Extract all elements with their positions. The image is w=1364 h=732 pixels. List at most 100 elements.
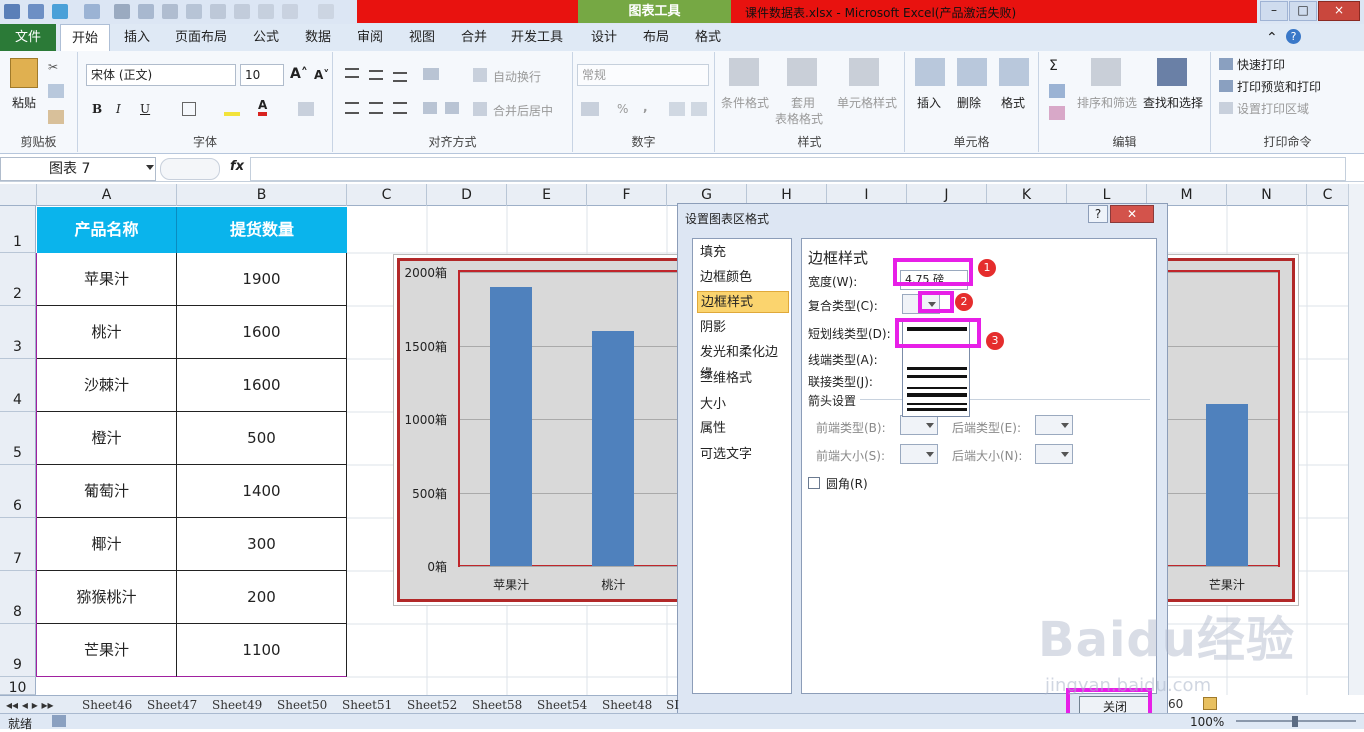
copy-icon[interactable] bbox=[48, 84, 64, 98]
table-cell-product[interactable]: 苹果汁 bbox=[37, 253, 177, 306]
chart-bar[interactable] bbox=[490, 286, 533, 566]
insert-function-button[interactable]: fx bbox=[230, 159, 244, 174]
row-header-1[interactable]: 1 bbox=[0, 206, 36, 253]
table-cell-quantity[interactable]: 1400 bbox=[177, 465, 347, 518]
zoom-level[interactable]: 100% bbox=[1190, 715, 1224, 729]
column-header-o[interactable]: C bbox=[1307, 184, 1348, 206]
column-header-d[interactable]: D bbox=[427, 184, 507, 206]
align-top-icon[interactable] bbox=[345, 68, 359, 78]
align-left-icon[interactable] bbox=[345, 102, 359, 114]
compound-option-triple-b[interactable] bbox=[907, 408, 967, 411]
paste-icon[interactable] bbox=[10, 58, 38, 88]
nav-border-color[interactable]: 边框颜色 bbox=[697, 267, 789, 289]
nav-alt-text[interactable]: 可选文字 bbox=[697, 444, 789, 466]
underline-button[interactable]: U bbox=[140, 102, 150, 116]
row-header-8[interactable]: 8 bbox=[0, 571, 36, 624]
preview-icon[interactable] bbox=[138, 4, 154, 19]
align-center-icon[interactable] bbox=[369, 102, 383, 114]
fill-icon[interactable] bbox=[1049, 84, 1065, 98]
column-header-n[interactable]: N bbox=[1227, 184, 1307, 206]
table-cell-quantity[interactable]: 1100 bbox=[177, 624, 347, 677]
tab-layout[interactable]: 布局 bbox=[634, 24, 678, 51]
ribbon-collapse-icon[interactable]: ⌃ bbox=[1266, 30, 1278, 46]
increase-indent-icon[interactable] bbox=[445, 102, 459, 114]
undo-icon[interactable] bbox=[52, 4, 68, 19]
print-preview-button[interactable]: 打印预览和打印 bbox=[1237, 78, 1321, 95]
column-header-e[interactable]: E bbox=[507, 184, 587, 206]
nav-border-style[interactable]: 边框样式 bbox=[697, 291, 789, 313]
column-header-f[interactable]: F bbox=[587, 184, 667, 206]
tab-page-layout[interactable]: 页面布局 bbox=[170, 24, 232, 51]
compound-option-double-b[interactable] bbox=[907, 375, 967, 378]
compound-option-thin-thick[interactable] bbox=[907, 393, 967, 397]
table-cell-quantity[interactable]: 1600 bbox=[177, 359, 347, 412]
borders-icon[interactable] bbox=[318, 4, 334, 19]
sort-filter-button[interactable]: 排序和筛选 bbox=[1077, 94, 1137, 111]
tab-formulas[interactable]: 公式 bbox=[244, 24, 288, 51]
zoom-slider-thumb[interactable] bbox=[1292, 716, 1298, 727]
print-area-button[interactable]: 设置打印区域 bbox=[1237, 100, 1309, 117]
table-cell-product[interactable]: 葡萄汁 bbox=[37, 465, 177, 518]
paste-button[interactable]: 粘贴 bbox=[12, 94, 36, 111]
nav-shadow[interactable]: 阴影 bbox=[697, 317, 789, 339]
macro-record-icon[interactable] bbox=[52, 715, 66, 727]
compound-option-double[interactable] bbox=[907, 367, 967, 370]
cell-styles-icon[interactable] bbox=[849, 58, 879, 86]
nav-size[interactable]: 大小 bbox=[697, 394, 789, 416]
tab-format[interactable]: 格式 bbox=[686, 24, 730, 51]
table-cell-quantity[interactable]: 300 bbox=[177, 518, 347, 571]
font-name-select[interactable]: 宋体 (正文) bbox=[86, 64, 236, 86]
redo-icon[interactable] bbox=[84, 4, 100, 19]
find-select-icon[interactable] bbox=[1157, 58, 1187, 86]
table-cell-product[interactable]: 沙棘汁 bbox=[37, 359, 177, 412]
chart-bar[interactable] bbox=[592, 330, 635, 566]
cut-icon[interactable]: ✂ bbox=[48, 60, 64, 74]
compound-option-thick-thin[interactable] bbox=[907, 387, 967, 389]
bold-button[interactable]: B bbox=[92, 102, 102, 116]
currency-icon[interactable] bbox=[581, 102, 599, 116]
align-bottom-icon[interactable] bbox=[393, 72, 407, 82]
tab-review[interactable]: 审阅 bbox=[348, 24, 392, 51]
merge-center-button[interactable]: 合并后居中 bbox=[493, 102, 553, 119]
row-header-5[interactable]: 5 bbox=[0, 412, 36, 465]
table-cell-quantity[interactable]: 1600 bbox=[177, 306, 347, 359]
sheet-nav-first-icon[interactable]: ◂◂ ◂ ▸ ▸▸ bbox=[6, 696, 54, 714]
dialog-close-icon[interactable]: ✕ bbox=[1110, 205, 1154, 223]
vertical-scrollbar[interactable] bbox=[1348, 184, 1364, 695]
new-icon[interactable] bbox=[258, 4, 274, 19]
table-cell-quantity[interactable]: 1900 bbox=[177, 253, 347, 306]
close-window-button[interactable]: × bbox=[1318, 1, 1360, 21]
name-box-dropdown-icon[interactable] bbox=[146, 165, 154, 170]
sheet-tab[interactable]: Sheet49 bbox=[212, 696, 262, 714]
column-header-b[interactable]: B bbox=[177, 184, 347, 206]
tab-home[interactable]: 开始 bbox=[60, 24, 110, 51]
number-format-select[interactable]: 常规 bbox=[577, 64, 709, 86]
sheet-tab[interactable]: Sheet54 bbox=[537, 696, 587, 714]
tab-insert[interactable]: 插入 bbox=[114, 24, 160, 51]
nav-glow-soft-edges[interactable]: 发光和柔化边缘 bbox=[697, 342, 789, 382]
minimize-button[interactable]: – bbox=[1260, 1, 1288, 21]
delete-cells-button[interactable]: 删除 bbox=[957, 94, 981, 111]
table-header-product[interactable]: 产品名称 bbox=[37, 207, 177, 253]
percent-button[interactable]: % bbox=[617, 102, 628, 116]
wrap-text-icon[interactable] bbox=[473, 68, 487, 82]
table-icon[interactable] bbox=[162, 4, 178, 19]
row-header-2[interactable]: 2 bbox=[0, 253, 36, 306]
grid-icon[interactable] bbox=[186, 4, 202, 19]
sheet-tab[interactable]: Sheet52 bbox=[407, 696, 457, 714]
conditional-format-icon[interactable] bbox=[729, 58, 759, 86]
chart-icon[interactable] bbox=[210, 4, 226, 19]
column-header-c[interactable]: C bbox=[347, 184, 427, 206]
align-middle-icon[interactable] bbox=[369, 70, 383, 80]
insert-sheet-icon[interactable] bbox=[1203, 697, 1217, 710]
comma-button[interactable]: , bbox=[643, 100, 648, 114]
rounded-corners-checkbox[interactable] bbox=[808, 477, 820, 489]
table-cell-product[interactable]: 橙汁 bbox=[37, 412, 177, 465]
table-cell-product[interactable]: 桃汁 bbox=[37, 306, 177, 359]
nav-fill[interactable]: 填充 bbox=[697, 242, 789, 264]
sheet-tab[interactable]: Sheet47 bbox=[147, 696, 197, 714]
format-as-table-icon[interactable] bbox=[787, 58, 817, 86]
sheet-tab[interactable]: Sheet50 bbox=[277, 696, 327, 714]
format-painter-icon[interactable] bbox=[48, 110, 64, 124]
decrease-decimal-icon[interactable] bbox=[691, 102, 707, 116]
